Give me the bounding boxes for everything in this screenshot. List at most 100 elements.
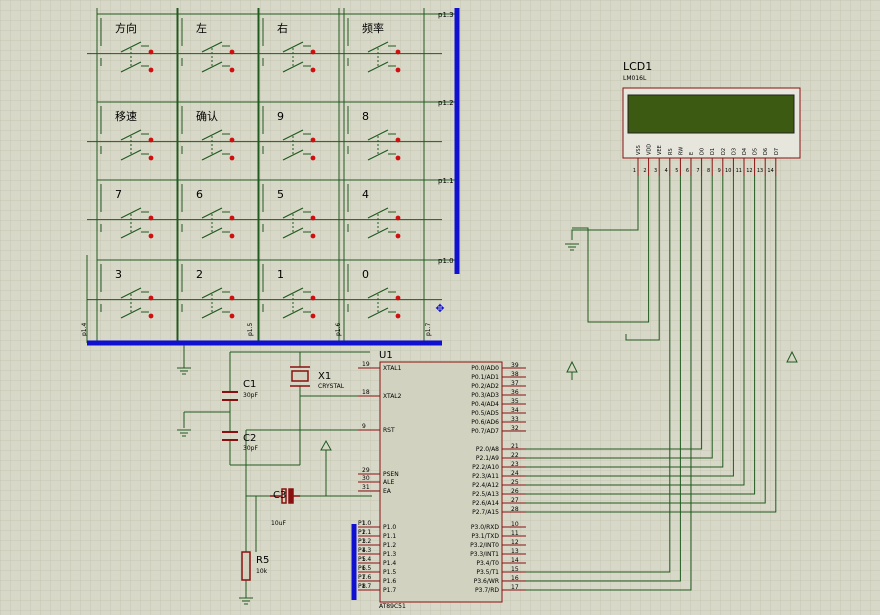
x1-ref: X1 <box>318 371 331 382</box>
mcu-pin-number: 9 <box>362 423 366 430</box>
mcu-part: AT89C51 <box>379 603 406 610</box>
col-net-label: p1.7 <box>425 322 432 336</box>
c3-value: 10uF <box>271 520 286 527</box>
mcu-pin-name: P2.6/A14 <box>472 500 499 507</box>
mcu-pin-name: P1.2 <box>383 542 396 549</box>
col-net-label: p1.5 <box>247 322 254 336</box>
mcu-pin-number: 26 <box>511 488 519 495</box>
keypad-key-label: 3 <box>115 268 122 281</box>
lcd-pin-name: D2 <box>721 148 727 155</box>
keypad-key-label: 4 <box>362 188 369 201</box>
lcd-pin-name: RS <box>668 148 674 155</box>
lcd-pin-number: 2 <box>643 168 646 174</box>
lcd-pin-name: D4 <box>742 148 748 155</box>
keypad-key-label: 7 <box>115 188 122 201</box>
mcu-pin-name: P0.2/AD2 <box>471 383 499 390</box>
mcu-pin-name: P1.4 <box>383 560 396 567</box>
row-net-label: p1.1 <box>438 177 454 185</box>
lcd-pin-name: D3 <box>731 148 737 155</box>
mcu-pin-name: P2.5/A13 <box>472 491 499 498</box>
lcd-pin-name: E <box>689 152 695 155</box>
lcd-pin-name: D0 <box>700 148 706 155</box>
mcu-pin-number: 14 <box>511 557 519 564</box>
mcu-pin-number: 35 <box>511 398 519 405</box>
mcu-pin-name: P3.2/INT0 <box>470 542 499 549</box>
resistor-r5 <box>241 551 251 581</box>
col-net-label: p1.6 <box>335 322 342 336</box>
lcd-pin-number: 9 <box>718 168 721 174</box>
mcu-pin-name: P0.0/AD0 <box>471 365 499 372</box>
lcd-pin-number: 14 <box>767 168 773 174</box>
mcu-pin-name: P0.1/AD1 <box>471 374 499 381</box>
c2-value: 30pF <box>243 445 258 452</box>
c2-ref: C2 <box>243 433 256 444</box>
mcu-pin-number: 34 <box>511 407 519 414</box>
mcu-pin-number: 36 <box>511 389 519 396</box>
keypad-key-label: 频率 <box>362 21 384 35</box>
mcu-pin-number: 16 <box>511 575 519 582</box>
lcd-ref: LCD1 <box>623 60 652 73</box>
schematic-canvas: p1.3p1.2p1.1p1.0p1.4 p1.5 p1.6 p1.7方向左右频率移速… <box>0 0 880 615</box>
mcu-pin-number: 13 <box>511 548 519 555</box>
keypad-key-label: 9 <box>277 110 284 123</box>
mcu-pin-name: P0.3/AD3 <box>471 392 499 399</box>
c1-ref: C1 <box>243 379 256 390</box>
lcd-pin-number: 10 <box>725 168 731 174</box>
r5-ref: R5 <box>256 555 269 566</box>
row-net-label: p1.2 <box>438 99 454 107</box>
lcd-pin-number: 13 <box>757 168 763 174</box>
keypad-key-label: 方向 <box>115 21 137 35</box>
keypad-key-label: 右 <box>277 21 288 35</box>
lcd-pin-number: 5 <box>675 168 678 174</box>
p1-bus-label: P1.6 <box>358 574 371 581</box>
r5-value: 10k <box>256 568 268 575</box>
p1-bus-label: P1.0 <box>358 520 371 527</box>
lcd-pin-number: 7 <box>696 168 699 174</box>
mcu-pin-number: 38 <box>511 371 519 378</box>
c1-value: 30pF <box>243 392 258 399</box>
lcd-part: LM016L <box>623 75 647 82</box>
mcu-pin-name: P3.7/RD <box>475 587 499 594</box>
p1-bus-label: P1.2 <box>358 538 371 545</box>
mcu-ref: U1 <box>379 350 393 361</box>
lcd-screen <box>627 94 795 134</box>
lcd-pin-name: D7 <box>774 148 780 155</box>
keypad-key-label: 8 <box>362 110 369 123</box>
mcu-pin-name: P2.1/A9 <box>476 455 499 462</box>
lcd-pin-number: 11 <box>736 168 742 174</box>
keypad-key-label: 5 <box>277 188 284 201</box>
keypad-key-label: 左 <box>196 22 207 35</box>
p1-bus-label: P1.7 <box>358 583 371 590</box>
mcu-pin-name: P3.1/TXD <box>471 533 499 540</box>
keypad-key-label: 1 <box>277 268 284 281</box>
mcu-pin-number: 21 <box>511 443 519 450</box>
mcu-pin-name: P1.3 <box>383 551 396 558</box>
lcd-pin-number: 4 <box>665 168 668 174</box>
mcu-pin-name: P1.1 <box>383 533 396 540</box>
mcu-pin-name: P1.6 <box>383 578 396 585</box>
mcu-pin-name: P1.0 <box>383 524 396 531</box>
row-net-label: p1.3 <box>438 11 454 19</box>
mcu-pin-name: P2.2/A10 <box>472 464 499 471</box>
mcu-pin-number: 22 <box>511 452 519 459</box>
mcu-pin-number: 28 <box>511 506 519 513</box>
mcu-pin-number: 15 <box>511 566 519 573</box>
mcu-pin-name: P2.7/A15 <box>472 509 499 516</box>
keypad-key-label: 0 <box>362 268 369 281</box>
mcu-pin-number: 10 <box>511 521 519 528</box>
mcu-pin-number: 12 <box>511 539 519 546</box>
mcu-pin-number: 23 <box>511 461 519 468</box>
mcu-pin-name: XTAL2 <box>383 393 402 400</box>
mcu-pin-number: 30 <box>362 475 370 482</box>
mcu-pin-name: P2.4/A12 <box>472 482 499 489</box>
mcu-pin-number: 27 <box>511 497 519 504</box>
mcu-pin-name: ALE <box>383 479 394 486</box>
row-net-label: p1.0 <box>438 257 454 265</box>
p1-bus-label: P1.4 <box>358 556 371 563</box>
mcu-pin-number: 25 <box>511 479 519 486</box>
lcd-pin-name: VSS <box>636 145 642 155</box>
mcu-pin-number: 11 <box>511 530 519 537</box>
lcd-pin-number: 3 <box>654 168 657 174</box>
lcd-pin-number: 1 <box>633 168 636 174</box>
mcu-pin-number: 31 <box>362 484 370 491</box>
